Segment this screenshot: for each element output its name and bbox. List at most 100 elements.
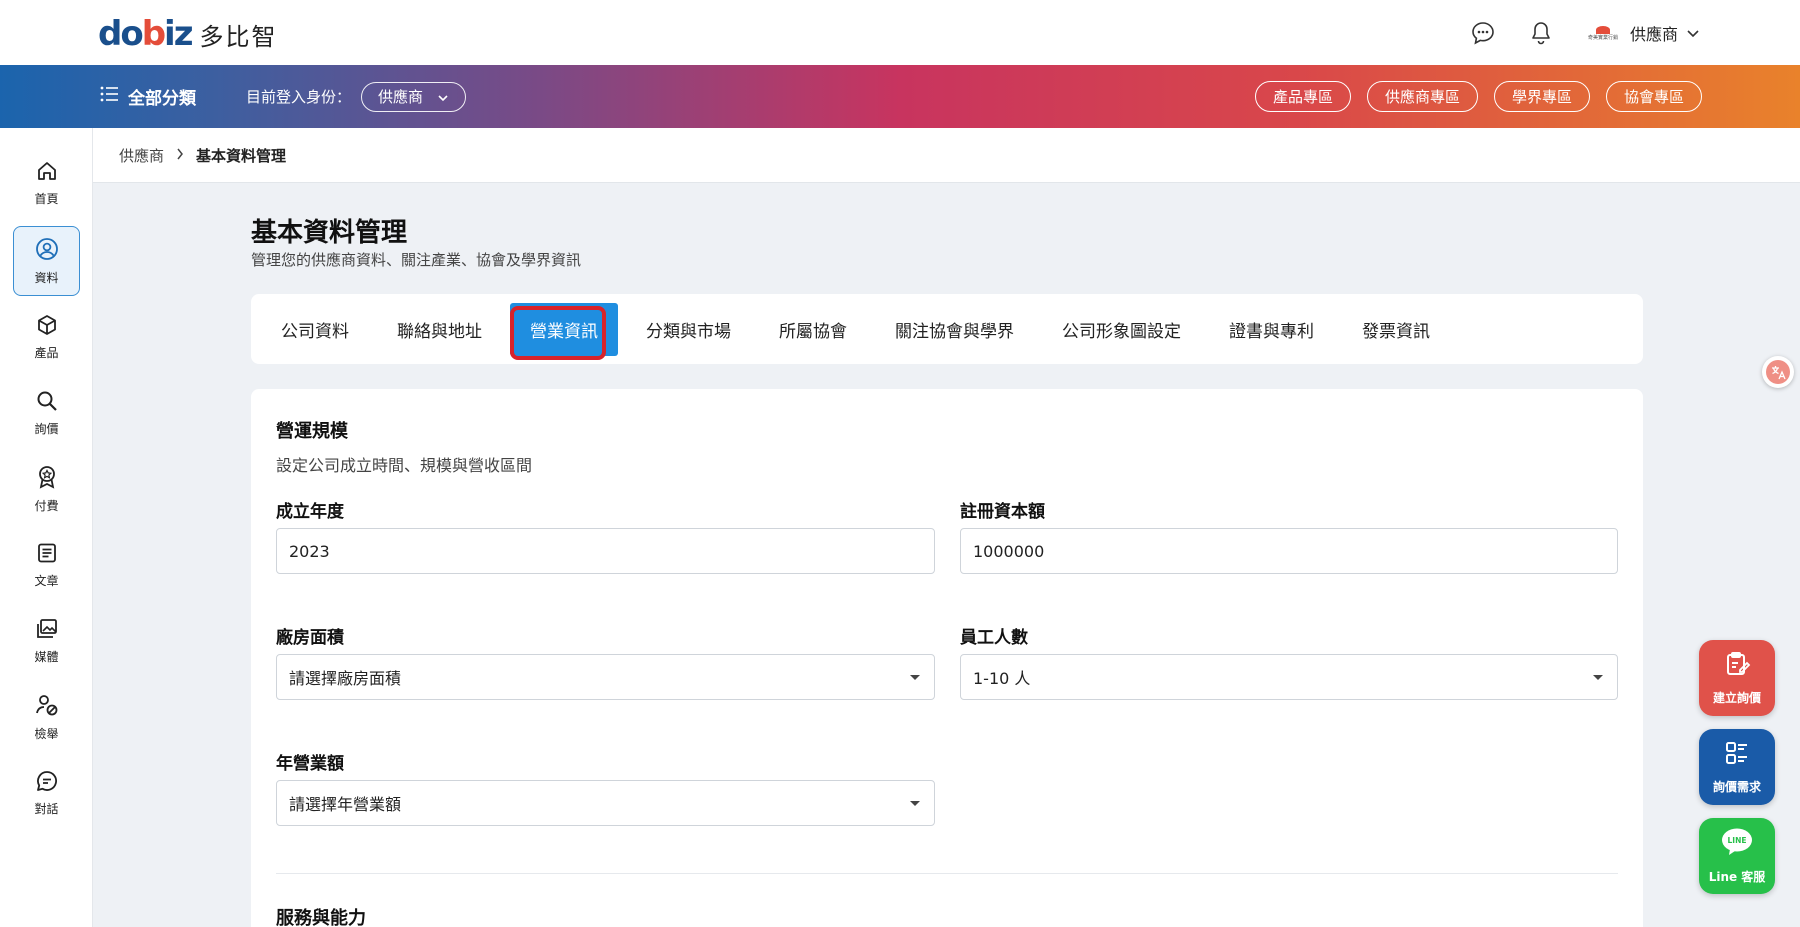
tab-invoice-info[interactable]: 發票資訊	[1342, 303, 1450, 356]
sidebar-item-home[interactable]: 首頁	[13, 148, 80, 218]
annual-revenue-label: 年營業額	[276, 754, 344, 774]
section-divider	[276, 873, 1618, 874]
zone-academia-button[interactable]: 學界專區	[1493, 81, 1590, 112]
list-menu-icon	[100, 86, 118, 107]
award-icon	[36, 465, 58, 492]
left-sidebar: 首頁 資料 產品 詢價 付費 文章 媒體 檢舉 對話	[0, 128, 93, 927]
all-categories-label: 全部分類	[128, 89, 196, 109]
tab-business-info[interactable]: 營業資訊	[510, 302, 618, 360]
tab-category-market[interactable]: 分類與市場	[626, 303, 751, 356]
site-logo[interactable]: dobiz 多比智	[98, 14, 278, 54]
sidebar-item-label: 文章	[34, 573, 59, 588]
logo-mark: dobiz	[98, 14, 193, 54]
sidebar-item-report[interactable]: 檢舉	[13, 682, 80, 752]
services-section-title: 服務與能力	[276, 908, 366, 927]
sidebar-item-label: 對話	[34, 801, 59, 816]
tab-company-image[interactable]: 公司形象圖設定	[1042, 303, 1201, 356]
founded-year-value: 2023	[289, 541, 330, 561]
line-icon: LINE	[1720, 827, 1754, 860]
sidebar-item-label: 媒體	[34, 649, 59, 664]
sidebar-item-products[interactable]: 產品	[13, 302, 80, 372]
media-icon	[35, 618, 59, 643]
factory-area-select[interactable]: 請選擇廠房面積	[276, 654, 935, 700]
home-icon	[36, 160, 58, 185]
sidebar-item-label: 資料	[34, 270, 59, 285]
sidebar-item-label: 詢價	[34, 421, 59, 436]
profile-tabs: 公司資料 聯絡與地址 營業資訊 分類與市場 所屬協會 關注協會與學界 公司形象圖…	[251, 294, 1643, 364]
user-menu[interactable]: 奇美實業行銷 供應商	[1584, 21, 1700, 45]
document-icon	[36, 542, 58, 567]
sidebar-item-payment[interactable]: 付費	[13, 454, 80, 524]
registered-capital-field[interactable]: 1000000	[960, 528, 1618, 574]
employee-count-value: 1-10 人	[973, 669, 1031, 688]
identity-label: 目前登入身份：	[246, 88, 352, 106]
zone-suppliers-button[interactable]: 供應商專區	[1366, 81, 1478, 112]
founded-year-label: 成立年度	[276, 502, 344, 522]
create-inquiry-label: 建立詢價	[1712, 691, 1761, 705]
zone-associations-button[interactable]: 協會專區	[1605, 81, 1702, 112]
inquiry-demand-button[interactable]: 詢價需求	[1699, 729, 1775, 805]
message-icon[interactable]	[1468, 18, 1498, 48]
annual-revenue-placeholder: 請選擇年營業額	[289, 795, 402, 814]
sidebar-item-label: 付費	[34, 498, 59, 513]
sidebar-item-chat[interactable]: 對話	[13, 758, 80, 828]
dropdown-caret-icon	[910, 801, 920, 806]
sidebar-item-inquiry[interactable]: 詢價	[13, 378, 80, 448]
box-icon	[36, 314, 58, 339]
translate-button[interactable]	[1762, 356, 1794, 388]
factory-area-placeholder: 請選擇廠房面積	[289, 669, 402, 688]
tab-contact-address[interactable]: 聯絡與地址	[377, 303, 502, 356]
sidebar-item-media[interactable]: 媒體	[13, 606, 80, 676]
tab-company-info[interactable]: 公司資料	[261, 303, 369, 356]
chevron-down-icon	[437, 88, 449, 106]
page-subtitle: 管理您的供應商資料、關注產業、協會及學界資訊	[251, 251, 582, 269]
svg-text:LINE: LINE	[1728, 836, 1747, 845]
tab-certificates-patents[interactable]: 證書與專利	[1209, 303, 1334, 356]
chat-icon	[36, 770, 58, 795]
edit-clipboard-icon	[1723, 650, 1751, 681]
annual-revenue-select[interactable]: 請選擇年營業額	[276, 780, 935, 826]
sidebar-item-profile[interactable]: 資料	[13, 226, 80, 296]
dropdown-caret-icon	[910, 675, 920, 680]
identity-select[interactable]: 供應商	[361, 81, 467, 112]
all-categories-button[interactable]: 全部分類	[100, 65, 196, 128]
sidebar-item-label: 首頁	[34, 191, 59, 206]
create-inquiry-button[interactable]: 建立詢價	[1699, 640, 1775, 716]
search-icon	[36, 390, 58, 415]
tab-followed-associations[interactable]: 關注協會與學界	[875, 303, 1034, 356]
logo-text: 多比智	[199, 22, 278, 51]
business-info-form: 營運規模 設定公司成立時間、規模與營收區間 成立年度 2023 註冊資本額 10…	[251, 389, 1643, 927]
employee-count-select[interactable]: 1-10 人	[960, 654, 1618, 700]
chevron-down-icon	[1686, 24, 1700, 43]
tab-associations[interactable]: 所屬協會	[759, 303, 867, 356]
bell-icon[interactable]	[1526, 18, 1556, 48]
identity-value: 供應商	[378, 88, 424, 106]
registered-capital-label: 註冊資本額	[960, 502, 1045, 522]
factory-area-label: 廠房面積	[276, 628, 344, 648]
user-role-label: 供應商	[1629, 25, 1678, 44]
category-navbar: 全部分類 目前登入身份： 供應商 產品專區 供應商專區 學界專區 協會專區	[0, 65, 1800, 128]
employee-count-label: 員工人數	[960, 628, 1028, 648]
translate-icon	[1766, 360, 1790, 384]
sidebar-item-articles[interactable]: 文章	[13, 530, 80, 600]
breadcrumb-current: 基本資料管理	[196, 146, 287, 165]
breadcrumb-parent[interactable]: 供應商	[119, 145, 164, 166]
page-title: 基本資料管理	[251, 218, 408, 248]
report-user-icon	[35, 693, 59, 720]
top-header: dobiz 多比智 奇美實業行銷 供應商	[0, 0, 1800, 65]
chevron-right-icon	[176, 146, 184, 164]
sidebar-item-label: 產品	[34, 345, 59, 360]
user-circle-icon	[35, 237, 59, 264]
dropdown-caret-icon	[1593, 675, 1603, 680]
founded-year-field[interactable]: 2023	[276, 528, 935, 574]
registered-capital-value: 1000000	[973, 541, 1045, 561]
line-service-label: Line 客服	[1708, 870, 1766, 884]
zone-products-button[interactable]: 產品專區	[1254, 81, 1351, 112]
section-subtitle: 設定公司成立時間、規模與營收區間	[276, 456, 533, 475]
list-grid-icon	[1723, 739, 1751, 770]
inquiry-demand-label: 詢價需求	[1712, 780, 1761, 794]
breadcrumb: 供應商 基本資料管理	[93, 128, 1800, 183]
line-service-button[interactable]: LINE Line 客服	[1699, 818, 1775, 894]
section-title: 營運規模	[276, 421, 348, 442]
sidebar-item-label: 檢舉	[34, 726, 59, 741]
